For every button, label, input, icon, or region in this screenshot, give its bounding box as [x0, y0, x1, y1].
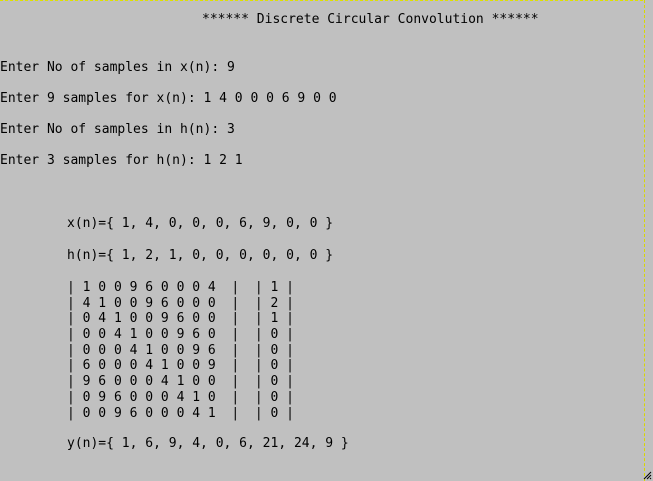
resize-grip-icon[interactable]	[643, 471, 652, 480]
matrix-row: | 1 0 0 9 6 0 0 0 4 | | 1 |	[67, 280, 294, 295]
convolution-matrix: | 1 0 0 9 6 0 0 0 4 | | 1 | | 4 1 0 0 9 …	[67, 280, 294, 421]
matrix-row: | 0 0 4 1 0 0 9 6 0 | | 0 |	[67, 327, 294, 343]
prompt-h-samples: Enter 3 samples for h(n): 1 2 1	[0, 153, 243, 168]
prompt-x-samples: Enter 9 samples for x(n): 1 4 0 0 0 6 9 …	[0, 91, 337, 106]
matrix-row: | 0 9 6 0 0 0 4 1 0 | | 0 |	[67, 389, 294, 405]
prompt-h-sample-count: Enter No of samples in h(n): 3	[0, 122, 235, 137]
matrix-row: | 9 6 0 0 0 4 1 0 0 | | 0 |	[67, 374, 294, 390]
matrix-row: | 4 1 0 0 9 6 0 0 0 | | 2 |	[67, 295, 294, 311]
terminal-output[interactable]: ****** Discrete Circular Convolution ***…	[0, 0, 645, 481]
h-sequence: h(n)={ 1, 2, 1, 0, 0, 0, 0, 0, 0 }	[67, 248, 334, 263]
window-right-border	[644, 0, 653, 481]
x-sequence: x(n)={ 1, 4, 0, 0, 0, 6, 9, 0, 0 }	[67, 216, 334, 231]
prompt-x-sample-count: Enter No of samples in x(n): 9	[0, 60, 235, 75]
matrix-row: | 0 4 1 0 0 9 6 0 0 | | 1 |	[67, 311, 294, 327]
matrix-row: | 0 0 0 4 1 0 0 9 6 | | 0 |	[67, 342, 294, 358]
matrix-row: | 6 0 0 0 4 1 0 0 9 | | 0 |	[67, 358, 294, 374]
matrix-row: | 0 0 9 6 0 0 0 4 1 | | 0 |	[67, 405, 294, 421]
y-sequence-result: y(n)={ 1, 6, 9, 4, 0, 6, 21, 24, 9 }	[67, 436, 349, 451]
program-title: ****** Discrete Circular Convolution ***…	[202, 12, 539, 27]
